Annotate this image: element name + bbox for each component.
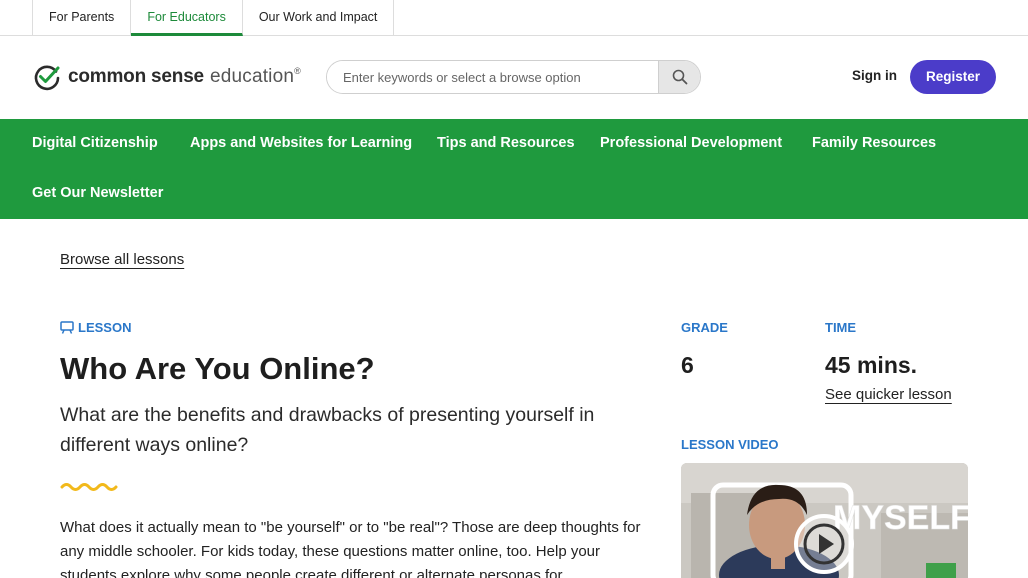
lesson-video-thumbnail[interactable]: MYSELF: [681, 463, 968, 578]
logo-registered-mark: ®: [294, 66, 301, 76]
lesson-question: What are the benefits and drawbacks of p…: [60, 404, 595, 456]
logo-text-primary: common sense: [68, 66, 204, 87]
nav-item-apps-and-websites[interactable]: Apps and Websites for Learning: [190, 135, 412, 151]
tab-our-work-and-impact[interactable]: Our Work and Impact: [243, 0, 395, 36]
page-title: Who Are You Online?: [60, 351, 375, 386]
nav-item-family-resources[interactable]: Family Resources: [812, 135, 936, 151]
lesson-video-label: LESSON VIDEO: [681, 437, 779, 452]
main-nav: Digital Citizenship Apps and Websites fo…: [0, 119, 1028, 219]
audience-bar: For Parents For Educators Our Work and I…: [0, 0, 1028, 36]
register-button[interactable]: Register: [910, 60, 996, 94]
audience-tabs: For Parents For Educators Our Work and I…: [32, 0, 395, 36]
grade-label: GRADE: [681, 320, 728, 335]
nav-item-newsletter[interactable]: Get Our Newsletter: [32, 185, 163, 201]
squiggle-divider-icon: [60, 483, 118, 491]
presentation-board-icon: [60, 321, 74, 334]
search-button[interactable]: [658, 61, 700, 93]
sign-in-link[interactable]: Sign in: [852, 68, 897, 83]
time-value: 45 mins.: [825, 352, 918, 378]
grade-value: 6: [681, 352, 694, 378]
nav-item-digital-citizenship[interactable]: Digital Citizenship: [32, 135, 158, 151]
search-icon: [672, 69, 687, 85]
logo-text-secondary: education: [209, 66, 295, 87]
nav-item-tips-and-resources[interactable]: Tips and Resources: [437, 135, 575, 151]
play-icon[interactable]: [793, 513, 855, 575]
check-circle-icon: [34, 65, 60, 91]
nav-item-professional-development[interactable]: Professional Development: [600, 135, 782, 151]
time-label: TIME: [825, 320, 857, 335]
search-input[interactable]: [327, 61, 658, 93]
search-bar: [326, 60, 701, 94]
lesson-tag: LESSON: [60, 320, 131, 335]
lesson-tag-label: LESSON: [78, 320, 132, 335]
tab-for-parents[interactable]: For Parents: [33, 0, 132, 36]
site-logo[interactable]: common sense education ®: [32, 62, 301, 92]
lesson-description: What does it actually mean to "be yourse…: [60, 519, 641, 578]
browse-all-lessons-link[interactable]: Browse all lessons: [60, 251, 184, 268]
see-quicker-lesson-link[interactable]: See quicker lesson: [825, 386, 952, 403]
tab-for-educators[interactable]: For Educators: [131, 0, 243, 36]
site-header: common sense education ® Sign in Registe…: [0, 36, 1028, 119]
